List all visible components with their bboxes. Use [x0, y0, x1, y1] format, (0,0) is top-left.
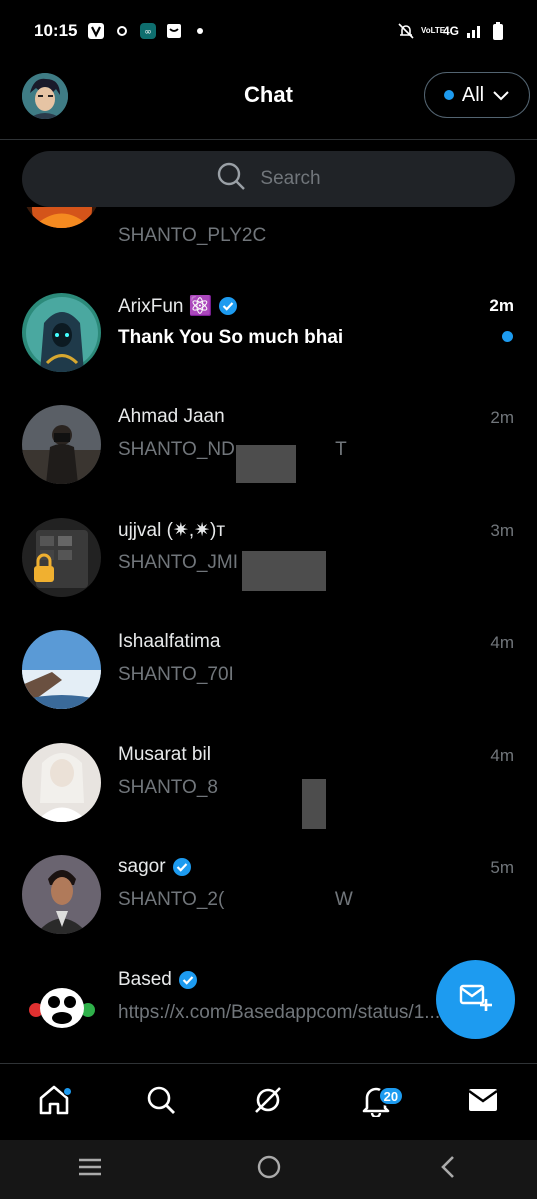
message-preview: SHANTO_8 [118, 777, 218, 798]
conversation-list: SHANTO_PLY2C ArixFun ⚛️ Thank You So muc… [0, 207, 537, 1063]
redaction-mark [302, 779, 326, 829]
list-item[interactable]: Ahmad Jaan SHANTO_ND T 2m [0, 393, 537, 505]
avatar [22, 855, 101, 934]
conversation-name-line: Based [118, 969, 198, 991]
message-preview: SHANTO_JMI [118, 552, 239, 573]
conversation-name-line: ujjval (✷,✷)т [118, 519, 225, 542]
verified-badge-icon [218, 296, 238, 316]
avatar [22, 743, 101, 822]
message-preview: SHANTO_2( W [118, 889, 353, 911]
back-button[interactable] [418, 1145, 478, 1195]
battery-icon [489, 22, 507, 40]
list-item[interactable]: sagor SHANTO_2( W 5m [0, 843, 537, 955]
list-item[interactable]: Musarat bil SHANTO_8 4m [0, 731, 537, 843]
new-message-icon [458, 981, 494, 1018]
conversation-name: ArixFun ⚛️ [118, 296, 213, 317]
filter-label: All [461, 83, 485, 106]
chevron-left-icon [438, 1154, 458, 1185]
timestamp: 5m [490, 858, 514, 877]
tab-notifications[interactable]: 20 [346, 1072, 406, 1132]
app-icon [113, 22, 131, 40]
svg-text:∞: ∞ [145, 28, 153, 38]
list-item[interactable]: SHANTO_PLY2C [0, 207, 537, 249]
volte-label: VoLTE [420, 26, 446, 35]
infinity-app-icon: ∞ [139, 22, 157, 40]
mute-bell-icon [397, 22, 415, 40]
mail-icon [467, 1086, 499, 1119]
search-placeholder: Search [260, 168, 321, 189]
conversation-name: Ahmad Jaan [118, 406, 225, 427]
message-preview-text: SHANTO_ND [118, 439, 235, 460]
v-app-icon [87, 22, 105, 40]
message-preview: SHANTO_PLY2C [118, 225, 267, 246]
message-preview-tail: W [334, 889, 353, 910]
redaction-mark [242, 551, 326, 591]
status-notification-icons: ∞ [87, 22, 209, 40]
message-preview: https://x.com/Basedappcom/status/1... [118, 1002, 441, 1023]
avatar [22, 293, 101, 372]
tab-messages[interactable] [453, 1072, 513, 1132]
conversation-name: Based [118, 969, 172, 990]
list-item[interactable]: ArixFun ⚛️ Thank You So much bhai 2m [0, 281, 537, 393]
timestamp: 3m [490, 521, 514, 540]
home-nav-button[interactable] [239, 1145, 299, 1195]
signal-icon [465, 22, 483, 40]
filter-dropdown-button[interactable]: All [424, 72, 530, 118]
list-item[interactable]: Ishaalfatima SHANTO_70I 4m [0, 618, 537, 730]
list-item[interactable]: ujjval (✷,✷)т SHANTO_JMI 3m [0, 506, 537, 618]
status-system-icons: VoLTE 4G [397, 22, 507, 40]
search-icon [216, 161, 246, 197]
message-preview: Thank You So much bhai [118, 327, 344, 348]
status-bar: 10:15 ∞ VoLTE 4G [0, 0, 537, 62]
search-input[interactable]: Search [22, 151, 515, 207]
conversation-name-line: Musarat bil [118, 744, 211, 766]
filter-active-dot [443, 90, 454, 100]
tab-home[interactable] [24, 1072, 84, 1132]
message-preview: SHANTO_ND T [118, 439, 347, 461]
network-label: 4G [442, 24, 459, 38]
bottom-tab-bar: 20 [0, 1063, 537, 1140]
conversation-name-line: sagor [118, 856, 192, 878]
search-icon [145, 1084, 177, 1121]
timestamp: 4m [490, 633, 514, 652]
more-notifications-dot-icon [191, 22, 209, 40]
conversation-name-line: ArixFun ⚛️ [118, 294, 238, 318]
conversation-name-line: Ishaalfatima [118, 631, 220, 653]
avatar [22, 518, 101, 597]
notification-count-badge: 20 [377, 1086, 404, 1106]
tab-grok[interactable] [238, 1072, 298, 1132]
conversation-name-line: Ahmad Jaan [118, 406, 225, 428]
message-preview-tail: T [335, 439, 347, 460]
avatar [22, 207, 101, 228]
chevron-down-icon [492, 84, 510, 107]
conversation-name: Musarat bil [118, 744, 211, 765]
circle-home-icon [256, 1154, 282, 1185]
system-navigation-bar [0, 1140, 537, 1199]
conversation-name: ujjval (✷,✷)т [118, 520, 226, 541]
message-preview-text: SHANTO_2( [118, 889, 225, 910]
status-time: 10:15 [34, 21, 78, 40]
avatar [22, 405, 101, 484]
redaction-mark [236, 445, 296, 483]
home-new-dot [62, 1087, 72, 1096]
tab-search[interactable] [131, 1072, 191, 1132]
verified-badge-icon [172, 857, 192, 877]
message-preview: SHANTO_70I [118, 664, 234, 685]
timestamp: 4m [490, 746, 514, 765]
grok-icon [251, 1083, 285, 1122]
new-message-button[interactable] [436, 960, 515, 1039]
conversation-name: sagor [118, 856, 166, 877]
bag-app-icon [165, 22, 183, 40]
recents-icon [77, 1157, 103, 1182]
avatar [22, 630, 101, 709]
verified-badge-icon [178, 970, 198, 990]
recents-button[interactable] [60, 1145, 120, 1195]
timestamp: 2m [489, 296, 514, 315]
unread-dot [502, 331, 513, 342]
timestamp: 2m [490, 408, 514, 427]
avatar [22, 968, 101, 1047]
chat-header: Chat All [0, 62, 537, 140]
conversation-name: Ishaalfatima [118, 631, 221, 652]
